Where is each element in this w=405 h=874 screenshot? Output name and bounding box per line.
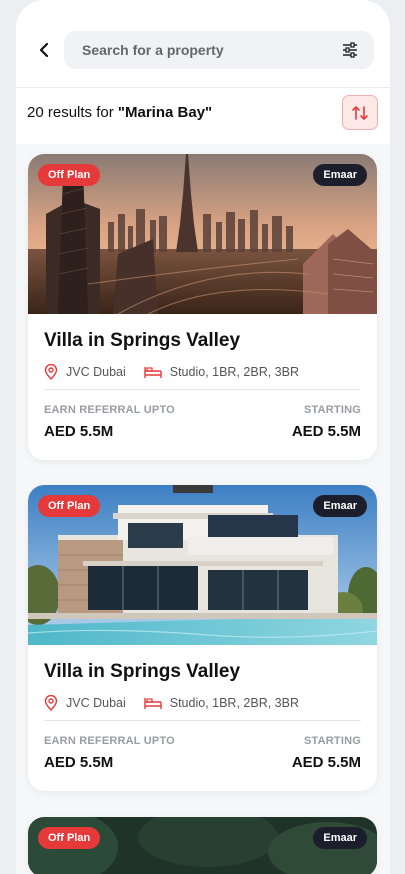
search-input[interactable] <box>82 42 340 58</box>
property-title: Villa in Springs Valley <box>44 330 241 351</box>
starting-label: STARTING <box>303 404 361 416</box>
location: JVC Dubai <box>44 695 126 711</box>
property-meta: JVC Dubai Studio, 1BR, 2BR, 3BR <box>44 364 361 380</box>
divider <box>44 389 361 390</box>
location-text: JVC Dubai <box>66 696 126 710</box>
location-pin-icon <box>44 695 58 711</box>
filter-button[interactable] <box>340 40 360 60</box>
card-body: Villa in Springs Valley JVC Dubai Studio… <box>28 330 377 460</box>
starting-price: STARTING AED 5.5M <box>292 735 361 771</box>
search-bar <box>64 31 374 69</box>
price-row: EARN REFERRAL UPTO AED 5.5M STARTING AED… <box>44 735 361 791</box>
phone-screen: 20 results for "Marina Bay" <box>16 0 390 874</box>
status-badge: Off Plan <box>38 495 101 517</box>
referral-label: EARN REFERRAL UPTO <box>44 735 175 747</box>
referral-value: AED 5.5M <box>44 754 114 771</box>
property-card[interactable]: Off Plan Emaar Villa in Springs Valley J… <box>28 485 377 791</box>
location-text: JVC Dubai <box>66 365 126 379</box>
results-query: "Marina Bay" <box>117 104 213 121</box>
bedrooms: Studio, 1BR, 2BR, 3BR <box>144 365 299 379</box>
developer-badge: Emaar <box>313 827 367 849</box>
results-summary: 20 results for "Marina Bay" <box>27 104 212 121</box>
starting-value: AED 5.5M <box>291 423 361 440</box>
card-body: Villa in Springs Valley JVC Dubai Studio… <box>28 661 377 791</box>
chevron-left-icon <box>39 42 49 58</box>
developer-badge: Emaar <box>313 164 367 186</box>
status-badge: Off Plan <box>38 164 101 186</box>
price-row: EARN REFERRAL UPTO AED 5.5M STARTING AED… <box>44 404 361 460</box>
sort-button[interactable] <box>342 95 378 130</box>
referral-info: EARN REFERRAL UPTO AED 5.5M <box>44 404 175 440</box>
referral-info: EARN REFERRAL UPTO AED 5.5M <box>44 735 175 771</box>
sliders-icon <box>343 42 357 58</box>
location-pin-icon <box>44 364 58 380</box>
location: JVC Dubai <box>44 364 126 380</box>
status-badge: Off Plan <box>38 827 101 849</box>
property-image: Off Plan Emaar <box>28 154 377 314</box>
property-card[interactable]: Off Plan Emaar Villa in Springs Valley J… <box>28 154 377 460</box>
divider <box>44 720 361 721</box>
property-image: Off Plan Emaar <box>28 485 377 645</box>
starting-label: STARTING <box>303 735 361 747</box>
bed-icon <box>144 698 162 709</box>
results-count: 20 <box>27 104 44 121</box>
property-image: Off Plan Emaar <box>28 817 377 874</box>
referral-value: AED 5.5M <box>44 423 114 440</box>
bedrooms-text: Studio, 1BR, 2BR, 3BR <box>169 696 299 710</box>
results-bar: 20 results for "Marina Bay" <box>16 88 390 144</box>
sort-arrows-icon <box>352 105 368 120</box>
property-title: Villa in Springs Valley <box>44 661 241 682</box>
starting-price: STARTING AED 5.5M <box>292 404 361 440</box>
bed-icon <box>144 367 162 378</box>
header <box>16 0 390 88</box>
results-label: results for <box>47 104 114 121</box>
property-meta: JVC Dubai Studio, 1BR, 2BR, 3BR <box>44 695 361 711</box>
referral-label: EARN REFERRAL UPTO <box>44 404 175 416</box>
starting-value: AED 5.5M <box>291 754 361 771</box>
back-button[interactable] <box>32 38 56 62</box>
bedrooms-text: Studio, 1BR, 2BR, 3BR <box>169 365 299 379</box>
bedrooms: Studio, 1BR, 2BR, 3BR <box>144 696 299 710</box>
property-card[interactable]: Off Plan Emaar <box>28 817 377 874</box>
developer-badge: Emaar <box>313 495 367 517</box>
